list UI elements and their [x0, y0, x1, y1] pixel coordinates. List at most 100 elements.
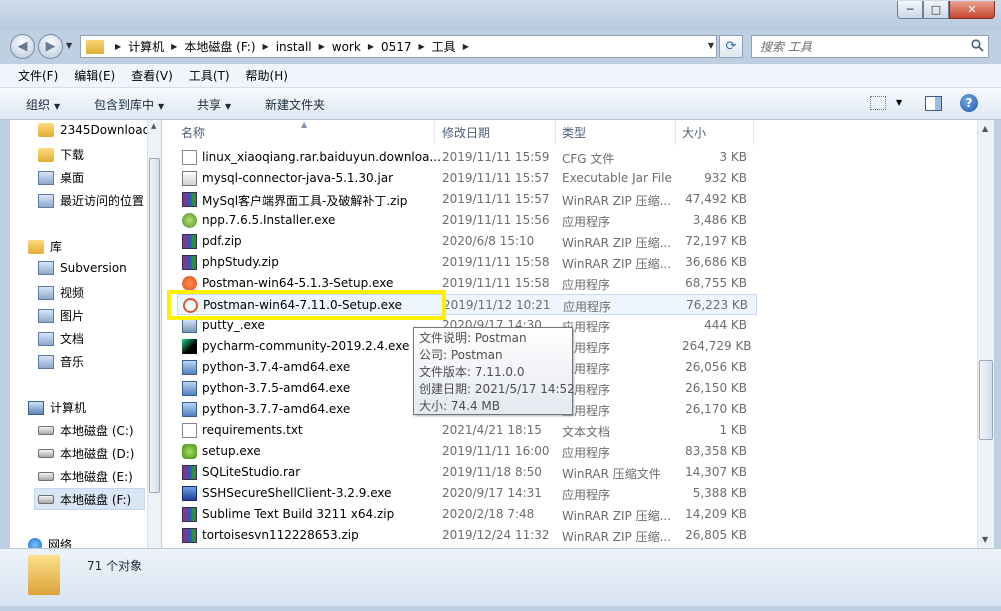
file-list-scroll-thumb[interactable]: [979, 360, 993, 440]
file-name: pdf.zip: [202, 234, 242, 248]
file-size: 14,307 KB: [685, 465, 747, 479]
file-row[interactable]: setup.exe 2019/11/11 16:00 应用程序 83,358 KB: [177, 441, 757, 462]
file-size: 5,388 KB: [692, 486, 747, 500]
scroll-up-icon[interactable]: ▲: [151, 122, 156, 130]
back-button[interactable]: ◀: [10, 34, 35, 59]
breadcrumb-item[interactable]: install: [276, 40, 312, 54]
file-list-scrollbar[interactable]: ▲ ▼: [977, 120, 994, 548]
breadcrumb-item[interactable]: 本地磁盘 (F:): [184, 38, 255, 55]
refresh-button[interactable]: ⟳: [719, 35, 743, 58]
nav-item-videos[interactable]: 视频: [38, 284, 84, 301]
breadcrumb-item[interactable]: 计算机: [128, 38, 164, 55]
nav-item-network[interactable]: 网络: [28, 536, 72, 548]
menu-edit[interactable]: 编辑(E): [66, 67, 123, 84]
nav-item-recent[interactable]: 最近访问的位置: [38, 192, 144, 209]
breadcrumb-separator-icon[interactable]: ▶: [115, 42, 121, 51]
breadcrumb-separator-icon[interactable]: ▶: [171, 42, 177, 51]
libraries-icon: [28, 239, 44, 254]
search-input[interactable]: 搜索 工具: [751, 35, 989, 58]
help-icon[interactable]: ?: [960, 94, 978, 112]
nav-item-music[interactable]: 音乐: [38, 353, 84, 370]
nav-item-desktop[interactable]: 桌面: [38, 169, 84, 186]
menu-tools[interactable]: 工具(T): [181, 67, 238, 84]
maximize-button[interactable]: □: [923, 1, 949, 19]
address-dropdown-icon[interactable]: ▼: [708, 41, 714, 50]
minimize-button[interactable]: ─: [897, 1, 923, 19]
python-installer-icon: [182, 360, 197, 375]
view-options-icon[interactable]: [870, 96, 886, 110]
column-header-date[interactable]: 修改日期: [442, 120, 552, 145]
breadcrumb: ▶ 计算机 ▶ 本地磁盘 (F:) ▶ install ▶ work ▶ 051…: [108, 38, 476, 55]
column-header-type[interactable]: 类型: [562, 120, 672, 145]
file-name: pycharm-community-2019.2.4.exe: [202, 339, 410, 353]
close-button[interactable]: ✕: [949, 1, 995, 19]
menu-view[interactable]: 查看(V): [123, 67, 181, 84]
file-row[interactable]: requirements.txt 2021/4/21 18:15 文本文档 1 KB: [177, 420, 757, 441]
breadcrumb-separator-icon[interactable]: ▶: [319, 42, 325, 51]
breadcrumb-item[interactable]: 0517: [381, 40, 412, 54]
breadcrumb-item[interactable]: work: [332, 40, 361, 54]
nav-item-drive-e[interactable]: 本地磁盘 (E:): [38, 468, 133, 485]
file-row[interactable]: SQLiteStudio.rar 2019/11/18 8:50 WinRAR 压缩…: [177, 462, 757, 483]
column-divider[interactable]: [434, 120, 435, 145]
file-row[interactable]: npp.7.6.5.Installer.exe 2019/11/11 15:56 应…: [177, 210, 757, 231]
menu-file[interactable]: 文件(F): [10, 67, 66, 84]
nav-item-label: 文档: [60, 332, 85, 346]
column-header-size[interactable]: 大小: [682, 120, 752, 145]
history-dropdown-icon[interactable]: ▼: [66, 41, 72, 50]
menu-help[interactable]: 帮助(H): [238, 67, 296, 84]
file-row[interactable]: Sublime Text Build 3211 x64.zip 2020/2/18…: [177, 504, 757, 525]
column-divider[interactable]: [555, 120, 556, 145]
chevron-down-icon: ▼: [54, 102, 61, 111]
breadcrumb-separator-icon[interactable]: ▶: [419, 42, 425, 51]
breadcrumb-separator-icon[interactable]: ▶: [263, 42, 269, 51]
folder-icon: [86, 39, 104, 54]
nav-item-pictures[interactable]: 图片: [38, 307, 84, 324]
share-button[interactable]: 共享 ▼: [197, 96, 231, 113]
file-date: 2019/11/11 15:56: [442, 213, 550, 227]
nav-item-drive-c[interactable]: 本地磁盘 (C:): [38, 422, 134, 439]
scroll-down-icon[interactable]: ▼: [982, 535, 988, 544]
file-row[interactable]: mysql-connector-java-5.1.30.jar 2019/11/1…: [177, 168, 757, 189]
organize-button[interactable]: 组织 ▼: [26, 96, 60, 113]
putty-icon: [182, 318, 197, 333]
breadcrumb-item[interactable]: 工具: [432, 38, 456, 55]
nav-item-documents[interactable]: 文档: [38, 330, 84, 347]
nav-scroll-thumb[interactable]: [149, 158, 160, 493]
breadcrumb-separator-icon[interactable]: ▶: [463, 42, 469, 51]
column-divider[interactable]: [753, 120, 754, 145]
nav-scrollbar[interactable]: ▲: [147, 120, 161, 548]
view-dropdown-icon[interactable]: ▼: [896, 98, 902, 107]
file-row[interactable]: tortoisesvn112228653.zip 2019/12/24 11:32…: [177, 525, 757, 546]
column-header-name[interactable]: 名称: [181, 120, 431, 145]
file-row[interactable]: pdf.zip 2020/6/8 15:10 WinRAR ZIP 压缩... 72,…: [177, 231, 757, 252]
nav-item-label: 视频: [60, 286, 85, 300]
address-bar[interactable]: ▶ 计算机 ▶ 本地磁盘 (F:) ▶ install ▶ work ▶ 051…: [80, 35, 717, 58]
file-row[interactable]: SSHSecureShellClient-3.2.9.exe 2020/9/17 …: [177, 483, 757, 504]
winrar-icon: [182, 255, 197, 270]
nav-item-libraries[interactable]: 库: [28, 238, 62, 255]
share-label: 共享: [197, 98, 222, 112]
file-size: 1 KB: [719, 423, 747, 437]
file-row[interactable]: linux_xiaoqiang.rar.baiduyun.downloa... 2…: [177, 147, 757, 168]
preview-pane-icon[interactable]: [925, 96, 942, 111]
include-library-button[interactable]: 包含到库中 ▼: [94, 96, 164, 113]
nav-item-label: 计算机: [50, 401, 87, 415]
file-row[interactable]: phpStudy.zip 2019/11/11 15:58 WinRAR ZIP 压…: [177, 252, 757, 273]
nav-item-drive-f[interactable]: 本地磁盘 (F:): [34, 488, 145, 510]
nav-item-drive-d[interactable]: 本地磁盘 (D:): [38, 445, 134, 462]
file-row[interactable]: MySql客户端界面工具-及破解补丁.zip 2019/11/11 15:57 Wi…: [177, 189, 757, 210]
nav-item-downloads[interactable]: 下载: [38, 146, 84, 163]
scroll-up-icon[interactable]: ▲: [982, 124, 988, 133]
pycharm-icon: [182, 339, 197, 354]
search-icon[interactable]: [971, 39, 984, 52]
column-divider[interactable]: [675, 120, 676, 145]
nav-item-computer[interactable]: 计算机: [28, 399, 86, 416]
nav-item-subversion[interactable]: Subversion: [38, 261, 127, 275]
nav-item-2345downloads[interactable]: 2345Downloads: [38, 123, 147, 137]
forward-button[interactable]: ▶: [38, 34, 63, 59]
drive-icon: [38, 426, 54, 435]
navigation-pane: 2345Downloads 下载 桌面 最近访问的位置 库 Subversion…: [10, 120, 147, 548]
breadcrumb-separator-icon[interactable]: ▶: [368, 42, 374, 51]
new-folder-button[interactable]: 新建文件夹: [265, 96, 325, 113]
